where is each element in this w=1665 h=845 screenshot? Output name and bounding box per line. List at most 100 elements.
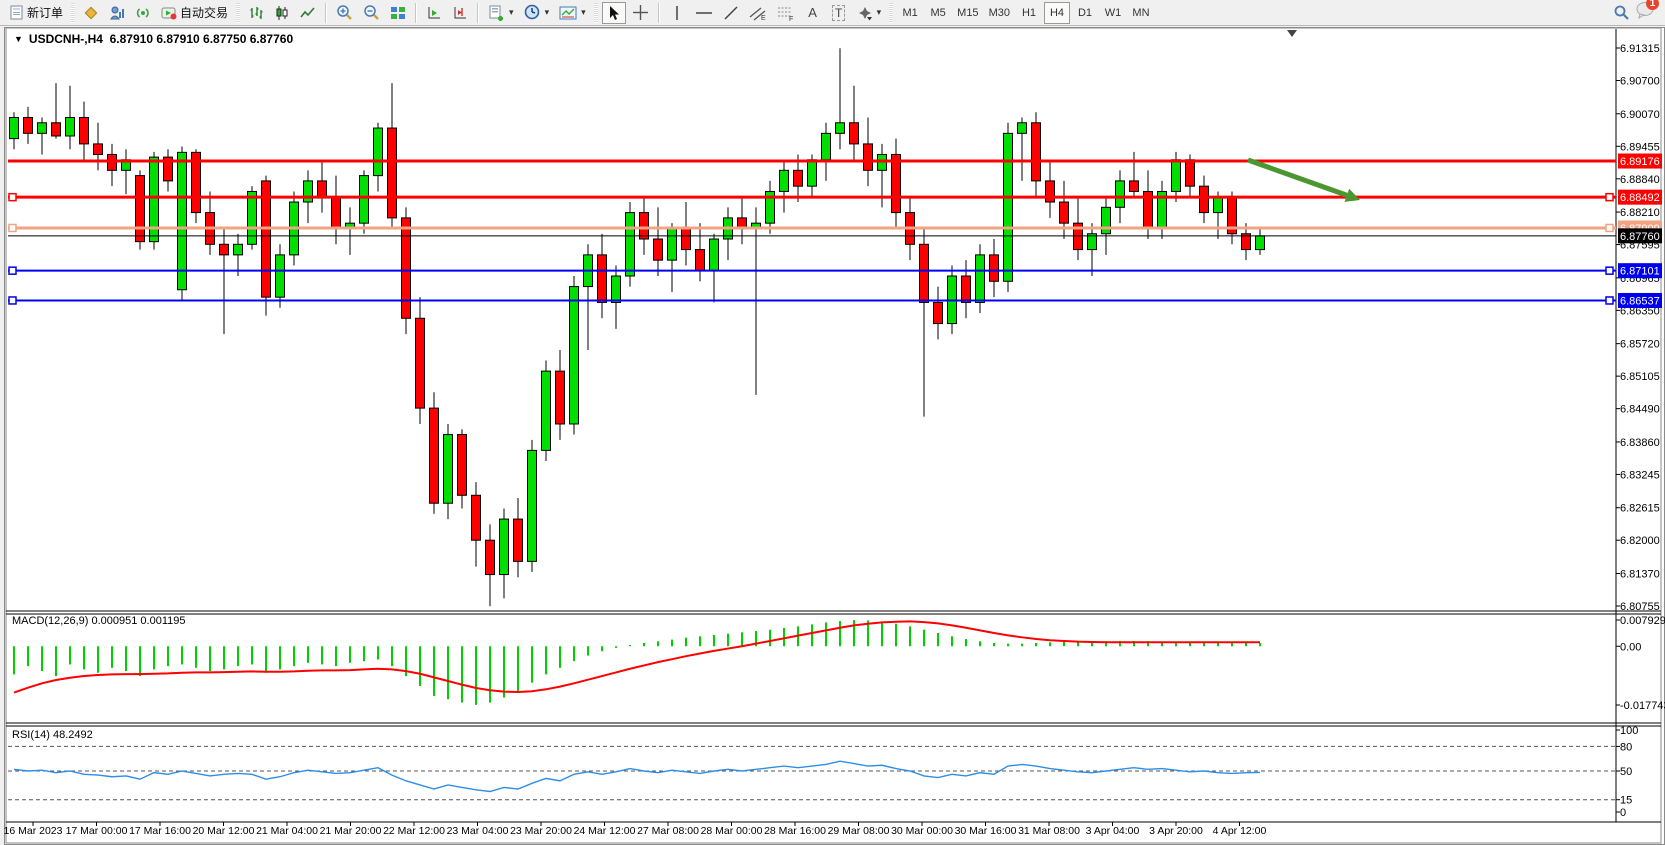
rsi-indicator-label: RSI(14) 48.2492 [12, 729, 93, 741]
toolbar: 新订单 自动交易 [0, 0, 1665, 26]
caret-icon: ▾ [877, 7, 882, 18]
price-line-badge: 6.87760 [1620, 231, 1660, 243]
auto-scroll-button[interactable] [422, 2, 446, 24]
timeframe-m5-button[interactable]: M5 [925, 2, 951, 24]
timeframe-m30-button[interactable]: M30 [985, 2, 1014, 24]
timeframe-h4-button[interactable]: H4 [1044, 2, 1070, 24]
toolbar-grip [236, 3, 240, 23]
timeframe-label: H4 [1050, 7, 1064, 19]
chart-canvas[interactable]: 6.913156.907006.900706.894556.888406.882… [0, 0, 1665, 845]
auto-trading-button[interactable]: 自动交易 [157, 2, 232, 24]
cursor-tool-button[interactable] [602, 2, 626, 24]
caret-icon: ▾ [581, 7, 586, 18]
templates-button[interactable]: ▾ [484, 2, 518, 24]
timeframe-m1-button[interactable]: M1 [897, 2, 923, 24]
search-icon [1613, 4, 1630, 21]
strategy-tester-button[interactable] [105, 2, 129, 24]
rsi-tick-label: 0 [1620, 807, 1626, 819]
clock-icon [524, 4, 541, 21]
trendline-icon [723, 5, 739, 21]
candlestick-chart-button[interactable] [270, 2, 294, 24]
vertical-line-tool-button[interactable] [665, 2, 689, 24]
line-chart-button[interactable] [296, 2, 320, 24]
price-tick-label: 6.91315 [1620, 43, 1660, 55]
price-tick-label: 6.83245 [1620, 469, 1660, 481]
text-label-icon: T [832, 5, 845, 21]
price-tick-label: 6.88210 [1620, 207, 1660, 219]
date-tick-label: 16 Mar 2023 [4, 825, 63, 837]
fibonacci-tool-button[interactable]: F [773, 2, 799, 24]
toolbar-grip [594, 3, 598, 23]
price-tick-label: 6.83860 [1620, 437, 1660, 449]
macd-tick-label: 0.00 [1620, 641, 1641, 653]
text-label-tool-button[interactable]: T [827, 2, 851, 24]
date-tick-label: 23 Mar 04:00 [447, 825, 509, 837]
crosshair-tool-button[interactable] [628, 2, 653, 24]
notifications-chat[interactable]: 1 [1635, 1, 1655, 24]
zoom-in-button[interactable] [332, 2, 357, 24]
bar-chart-button[interactable] [244, 2, 268, 24]
caret-icon: ▾ [509, 7, 514, 18]
fibo-letter: F [789, 16, 793, 21]
date-tick-label: 17 Mar 00:00 [66, 825, 128, 837]
rsi-tick-label: 50 [1620, 766, 1632, 778]
toolbar-separator [658, 3, 660, 23]
chart-shift-icon [452, 5, 468, 21]
price-tick-label: 6.90700 [1620, 75, 1660, 87]
equidistant-channel-icon: E [749, 5, 767, 21]
cursor-icon [606, 5, 621, 21]
date-tick-label: 20 Mar 12:00 [193, 825, 255, 837]
timeframe-label: W1 [1105, 7, 1122, 19]
crosshair-icon [632, 4, 649, 21]
text-tool-button[interactable]: A [801, 2, 825, 24]
price-tick-label: 6.85105 [1620, 371, 1660, 383]
arrows-icon [857, 5, 873, 21]
zoom-out-button[interactable] [359, 2, 384, 24]
price-tick-label: 6.90070 [1620, 109, 1660, 121]
timeframe-d1-button[interactable]: D1 [1072, 2, 1098, 24]
timeframe-label: MN [1132, 7, 1149, 19]
chart-symbol: USDCNH-,H4 [29, 32, 103, 46]
price-line-badge: 6.89176 [1620, 156, 1660, 168]
price-tick-label: 6.82000 [1620, 535, 1660, 547]
indicators-button[interactable]: ▾ [555, 2, 590, 24]
arrows-tool-button[interactable]: ▾ [853, 2, 886, 24]
date-tick-label: 21 Mar 04:00 [256, 825, 318, 837]
fibonacci-icon: F [777, 5, 795, 21]
text-tool-icon: A [808, 5, 817, 20]
timeframe-label: M5 [931, 7, 946, 19]
horizontal-line-icon [695, 6, 713, 20]
template-icon [488, 5, 505, 21]
rsi-tick-label: 80 [1620, 741, 1632, 753]
price-tick-label: 6.84490 [1620, 404, 1660, 416]
channel-tool-button[interactable]: E [745, 2, 771, 24]
collapse-icon[interactable]: ▼ [14, 34, 23, 44]
price-tick-label: 6.88840 [1620, 174, 1660, 186]
search-button[interactable] [1609, 2, 1634, 24]
new-order-button[interactable]: 新订单 [5, 2, 67, 24]
date-tick-label: 4 Apr 12:00 [1213, 825, 1267, 837]
line-chart-icon [300, 5, 316, 21]
chart-shift-button[interactable] [448, 2, 472, 24]
chart-ohlc: 6.87910 6.87910 6.87750 6.87760 [110, 32, 294, 46]
periods-button[interactable]: ▾ [520, 2, 554, 24]
trendline-tool-button[interactable] [719, 2, 743, 24]
new-order-icon [9, 5, 24, 20]
tile-windows-button[interactable] [386, 2, 410, 24]
signals-button[interactable] [131, 2, 155, 24]
timeframe-w1-button[interactable]: W1 [1100, 2, 1126, 24]
timeframe-label: M1 [903, 7, 918, 19]
timeframe-label: D1 [1078, 7, 1092, 19]
date-tick-label: 31 Mar 08:00 [1018, 825, 1080, 837]
timeframe-mn-button[interactable]: MN [1128, 2, 1154, 24]
timeframe-m15-button[interactable]: M15 [953, 2, 982, 24]
macd-tick-label: -0.017743 [1620, 700, 1665, 712]
date-tick-label: 27 Mar 08:00 [637, 825, 699, 837]
toolbar-separator [325, 3, 327, 23]
quotes-button[interactable] [79, 2, 103, 24]
timeframe-h1-button[interactable]: H1 [1016, 2, 1042, 24]
date-tick-label: 28 Mar 16:00 [764, 825, 826, 837]
horizontal-line-tool-button[interactable] [691, 2, 717, 24]
date-tick-label: 22 Mar 12:00 [383, 825, 445, 837]
indicators-icon [559, 5, 577, 21]
